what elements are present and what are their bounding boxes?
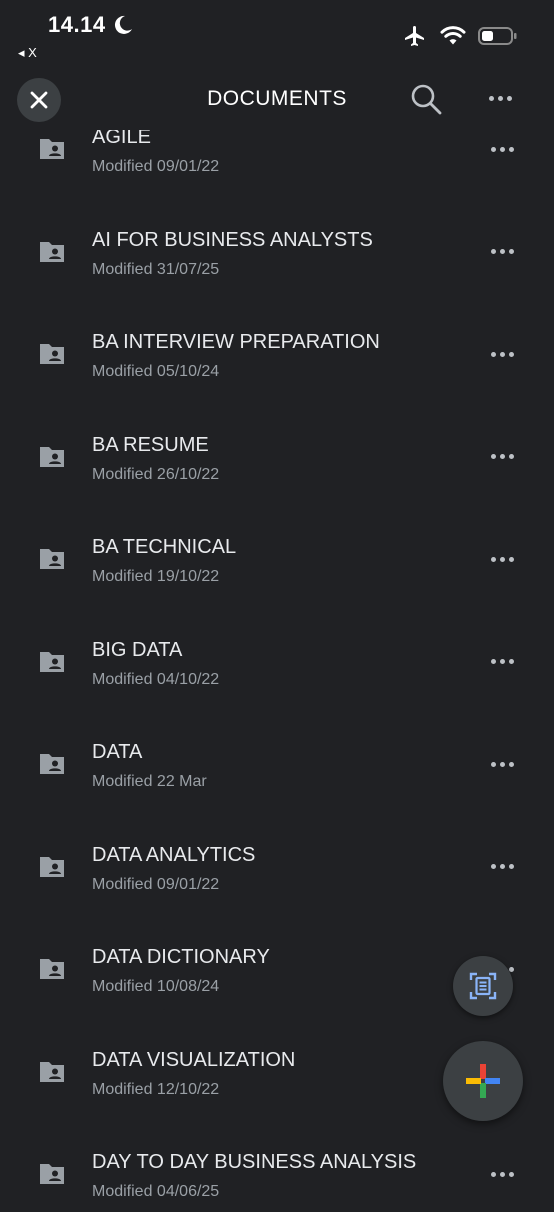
item-modified: Modified 12/10/22 — [92, 1080, 220, 1098]
battery-icon — [478, 27, 517, 45]
item-modified: Modified 04/06/25 — [92, 1183, 220, 1200]
item-title: AI FOR BUSINESS ANALYSTS — [92, 228, 373, 251]
item-modified: Modified 05/10/24 — [92, 363, 220, 380]
scan-document-button[interactable] — [453, 956, 513, 1016]
list-item[interactable]: BA RESUME Modified 26/10/22 — [0, 392, 554, 495]
list-item[interactable]: BIG DATA Modified 04/10/22 — [0, 597, 554, 700]
item-more-button[interactable] — [486, 757, 518, 771]
list-item[interactable]: DATA Modified 22 Mar — [0, 699, 554, 802]
page-title: DOCUMENTS — [207, 87, 347, 110]
wifi-icon — [440, 26, 466, 45]
item-more-button[interactable] — [486, 347, 518, 361]
item-more-button[interactable] — [486, 552, 518, 566]
list-item[interactable]: DAY TO DAY BUSINESS ANALYSIS Modified 04… — [0, 1109, 554, 1212]
item-more-button[interactable] — [486, 1167, 518, 1181]
status-bar: 14.14 ◂ X — [0, 0, 554, 70]
shared-folder-icon — [40, 139, 64, 159]
more-horizontal-icon — [490, 864, 514, 869]
item-modified: Modified 22 Mar — [92, 773, 207, 790]
item-modified: Modified 09/01/22 — [92, 158, 220, 175]
status-icons — [402, 24, 518, 48]
item-modified: Modified 31/07/25 — [92, 260, 220, 278]
more-options-button[interactable] — [482, 86, 518, 110]
item-more-button[interactable] — [486, 245, 518, 259]
shared-folder-icon — [40, 549, 64, 569]
more-horizontal-icon — [490, 761, 514, 767]
shared-folder-icon — [40, 446, 64, 467]
item-modified: Modified 09/01/22 — [92, 875, 220, 893]
item-modified: Modified 19/10/22 — [92, 568, 220, 585]
shared-folder-icon — [40, 959, 64, 979]
moon-icon — [114, 15, 132, 34]
app-header: DOCUMENTS — [0, 70, 554, 130]
shared-folder-icon — [40, 856, 64, 877]
more-horizontal-icon — [490, 659, 514, 664]
more-horizontal-icon — [490, 1171, 514, 1177]
more-horizontal-icon — [490, 556, 514, 562]
back-to-app-link[interactable]: ◂ X — [18, 45, 37, 61]
item-title: BA TECHNICAL — [92, 536, 237, 558]
add-icon — [466, 1064, 500, 1098]
status-time: 14.14 — [48, 12, 106, 37]
shared-folder-icon — [40, 754, 64, 774]
item-more-button[interactable] — [486, 142, 518, 156]
item-title: BIG DATA — [92, 638, 183, 661]
more-horizontal-icon — [490, 146, 514, 152]
item-more-button[interactable] — [486, 655, 518, 669]
search-icon[interactable] — [409, 82, 443, 116]
document-scan-icon — [469, 972, 497, 1000]
item-title: BA RESUME — [92, 433, 209, 456]
item-title: BA INTERVIEW PREPARATION — [92, 331, 380, 353]
add-new-button[interactable] — [443, 1041, 523, 1121]
item-more-button[interactable] — [486, 860, 518, 874]
item-title: DAY TO DAY BUSINESS ANALYSIS — [92, 1151, 417, 1173]
more-horizontal-icon — [490, 351, 514, 357]
item-title: DATA — [92, 741, 143, 763]
shared-folder-icon — [40, 344, 64, 364]
shared-folder-icon — [40, 241, 64, 262]
item-modified: Modified 04/10/22 — [92, 670, 220, 688]
item-more-button[interactable] — [486, 450, 518, 464]
item-modified: Modified 10/08/24 — [92, 978, 220, 995]
item-title: DATA VISUALIZATION — [92, 1048, 296, 1071]
item-title: DATA ANALYTICS — [92, 843, 256, 866]
list-item[interactable]: DATA ANALYTICS Modified 09/01/22 — [0, 802, 554, 905]
shared-folder-icon — [40, 1061, 64, 1082]
list-item[interactable]: BA TECHNICAL Modified 19/10/22 — [0, 494, 554, 597]
item-modified: Modified 26/10/22 — [92, 465, 220, 483]
shared-folder-icon — [40, 1164, 64, 1184]
list-item[interactable]: BA INTERVIEW PREPARATION Modified 05/10/… — [0, 289, 554, 392]
item-title: DATA DICTIONARY — [92, 946, 270, 968]
airplane-icon — [405, 26, 424, 46]
list-item[interactable]: AI FOR BUSINESS ANALYSTS Modified 31/07/… — [0, 187, 554, 290]
more-horizontal-icon — [490, 454, 514, 459]
more-horizontal-icon — [490, 249, 514, 254]
shared-folder-icon — [40, 651, 64, 672]
more-horizontal-icon — [488, 95, 512, 101]
